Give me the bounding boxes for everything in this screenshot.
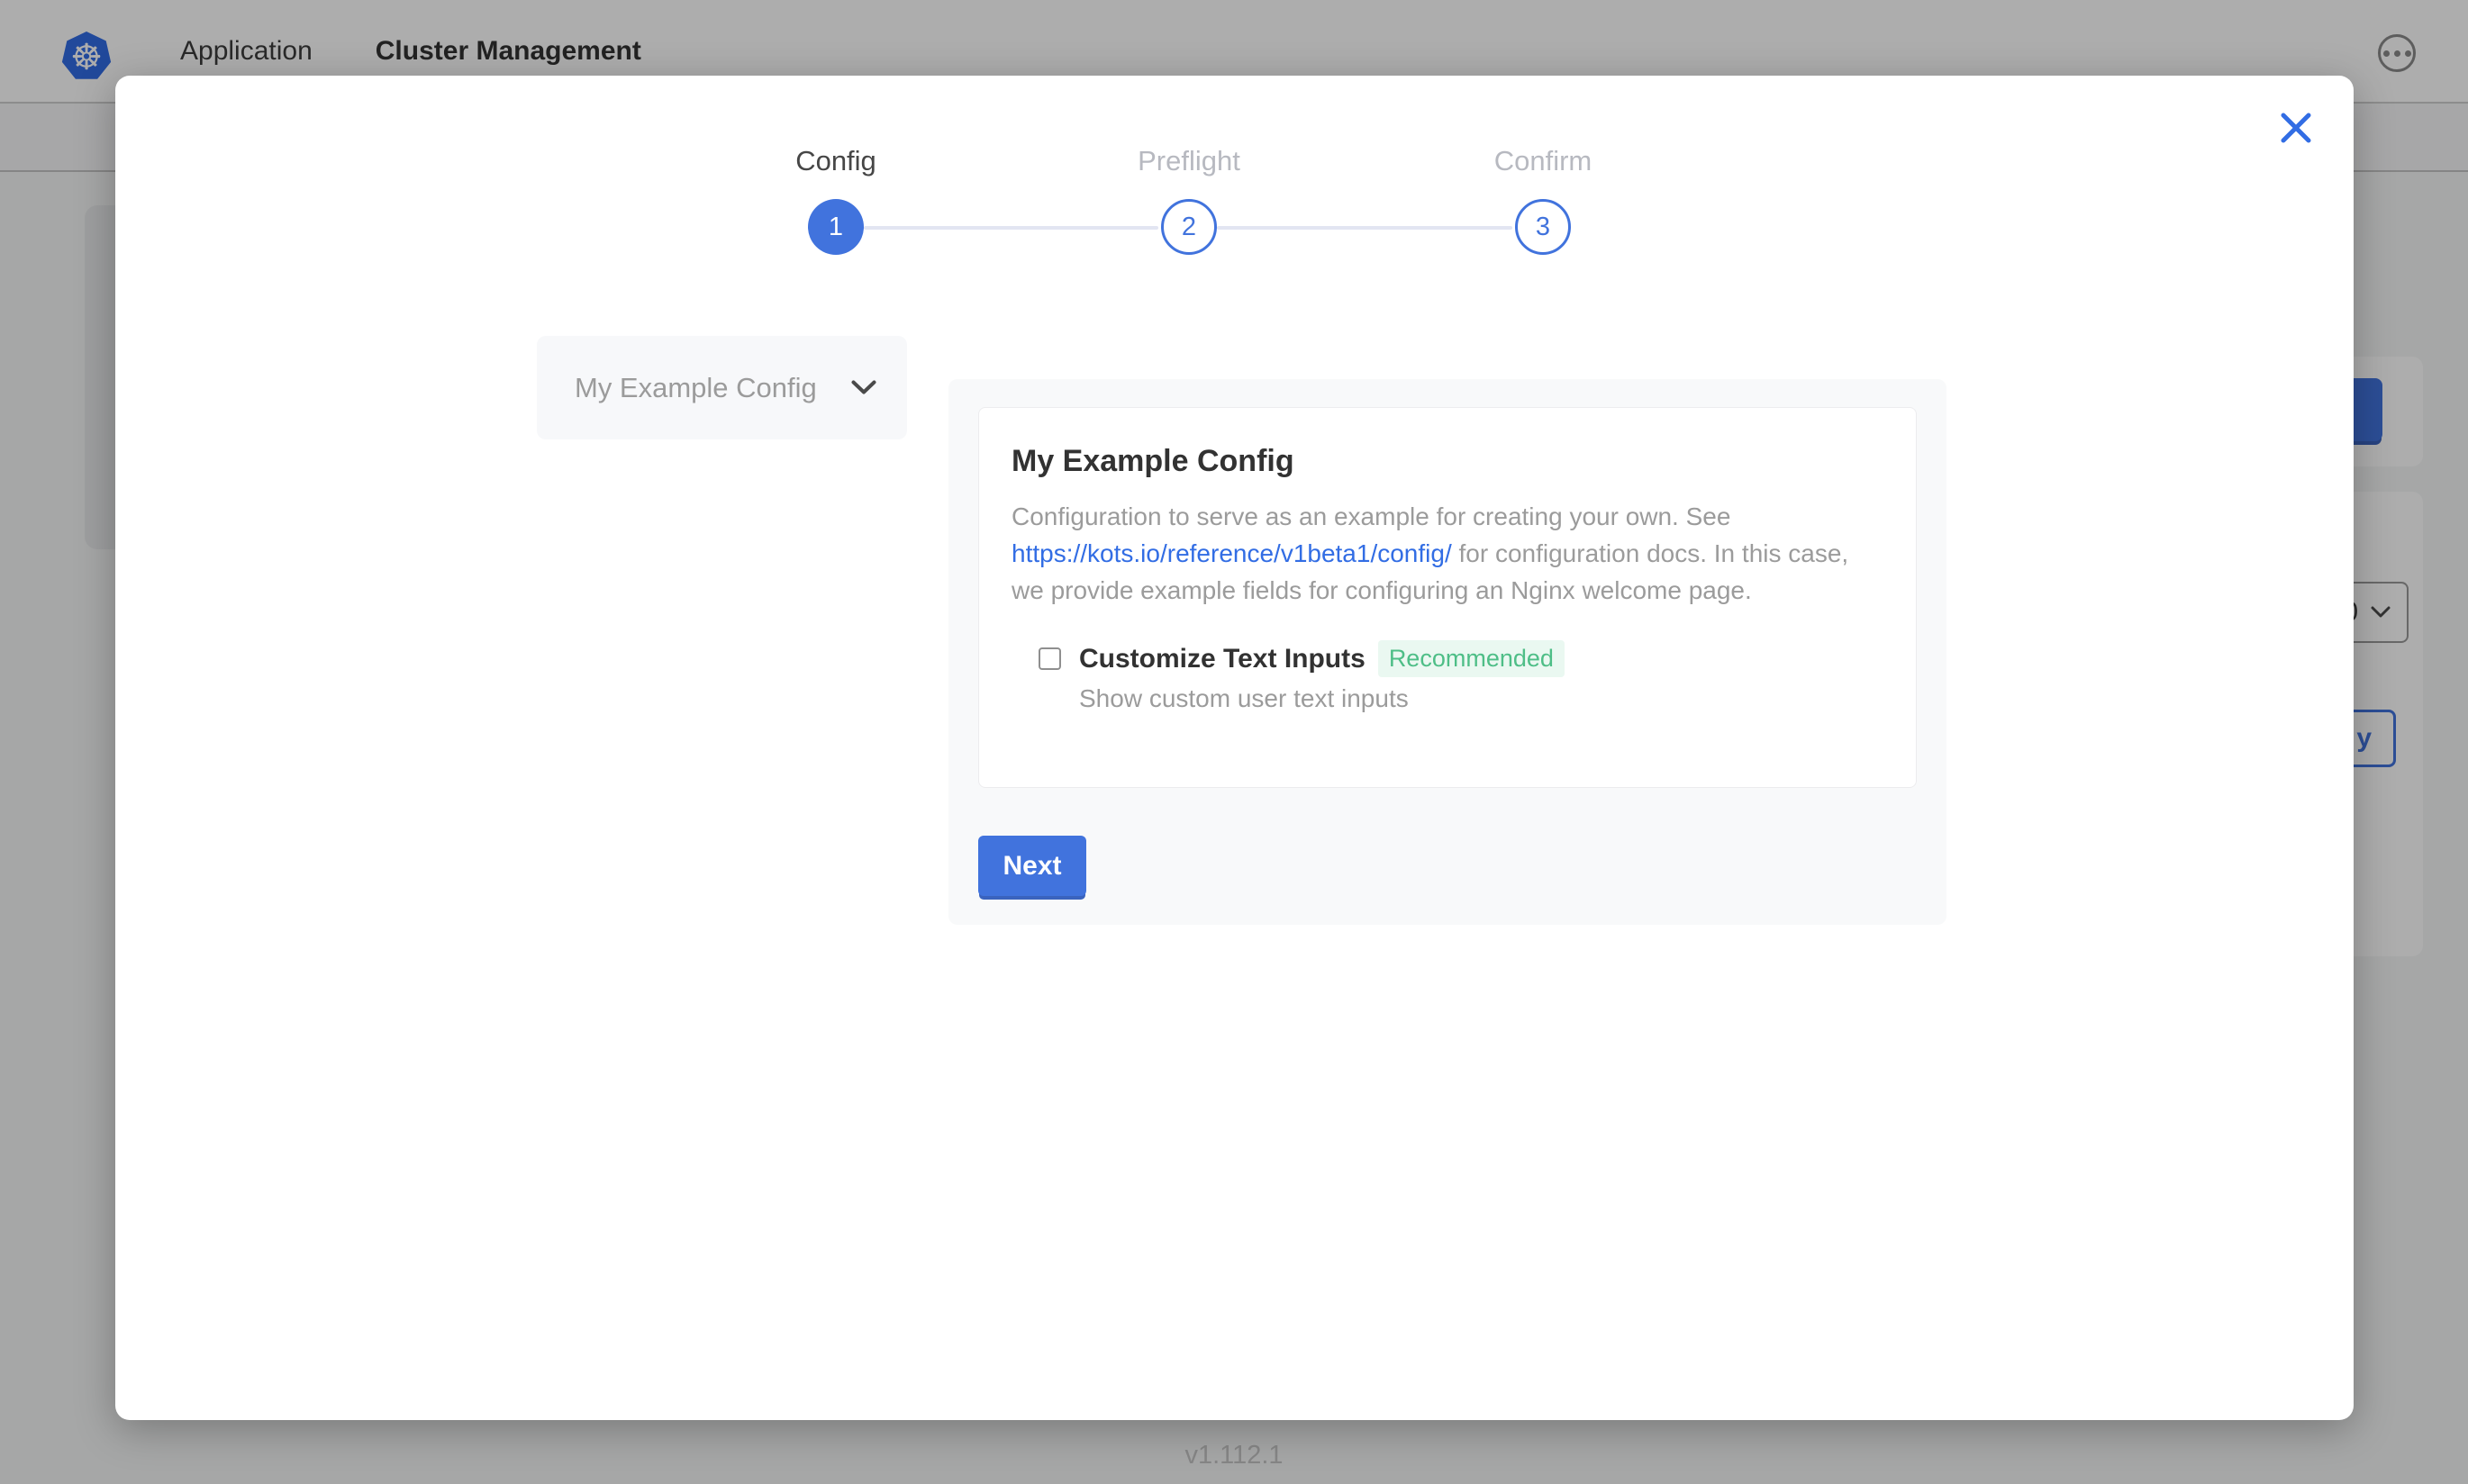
recommended-badge: Recommended <box>1378 640 1565 677</box>
config-group-card: My Example Config Configuration to serve… <box>978 407 1917 788</box>
stepper-step-config: Config 1 <box>719 145 953 255</box>
chevron-down-icon <box>851 380 876 395</box>
step-number: 1 <box>808 199 864 255</box>
config-panel: My Example Config Configuration to serve… <box>948 379 1946 925</box>
customize-text-inputs-help: Show custom user text inputs <box>1079 684 1883 713</box>
step-label: Preflight <box>1072 145 1306 177</box>
config-group-dropdown-label: My Example Config <box>575 372 851 404</box>
stepper-step-confirm: Confirm 3 <box>1426 145 1660 255</box>
step-number: 3 <box>1515 199 1571 255</box>
config-group-dropdown[interactable]: My Example Config <box>537 336 907 439</box>
config-option-row: Customize Text Inputs Recommended <box>1012 640 1883 677</box>
customize-text-inputs-label: Customize Text Inputs <box>1079 644 1366 674</box>
next-button[interactable]: Next <box>978 836 1086 896</box>
description-text: we provide example fields for configurin… <box>1012 576 1752 604</box>
stepper-step-preflight: Preflight 2 <box>1072 145 1306 255</box>
description-text: Configuration to serve as an example for… <box>1012 502 1730 530</box>
step-label: Config <box>719 145 953 177</box>
close-icon[interactable] <box>2278 110 2314 146</box>
step-label: Confirm <box>1426 145 1660 177</box>
config-wizard-modal: Config 1 Preflight 2 Confirm 3 My Exampl… <box>115 76 2354 1420</box>
step-number: 2 <box>1161 199 1217 255</box>
config-group-title: My Example Config <box>1012 444 1883 479</box>
customize-text-inputs-checkbox[interactable] <box>1039 647 1061 670</box>
description-text: for configuration docs. In this case, <box>1452 539 1848 567</box>
config-group-description: Configuration to serve as an example for… <box>1012 498 1883 609</box>
config-docs-link[interactable]: https://kots.io/reference/v1beta1/config… <box>1012 539 1452 567</box>
